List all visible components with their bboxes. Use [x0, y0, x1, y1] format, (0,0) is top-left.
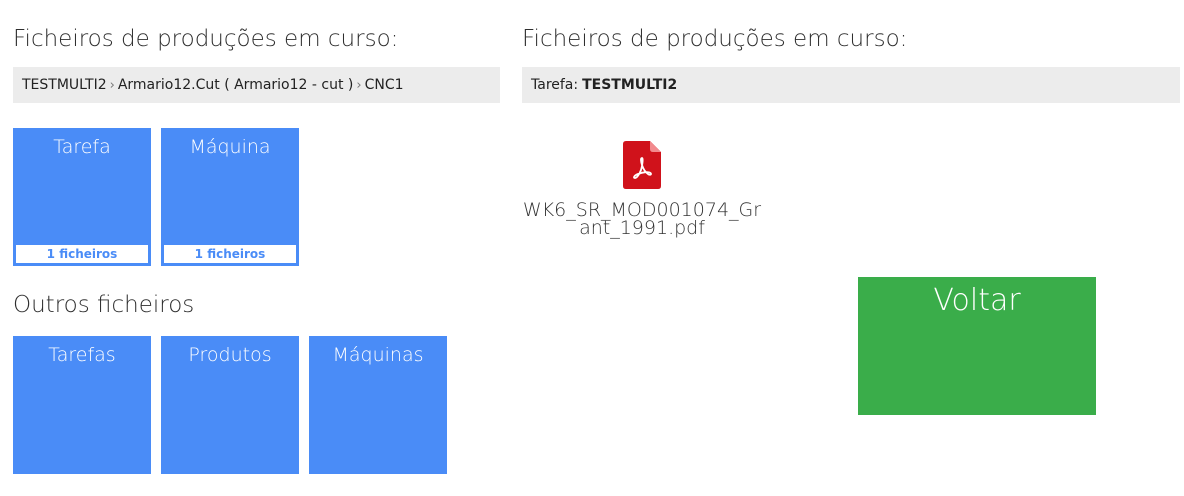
task-label: Tarefa:	[531, 77, 579, 93]
current-files-heading: Ficheiros de produções em curso:	[522, 26, 908, 52]
tile-label: Tarefa	[53, 136, 111, 158]
breadcrumb-item-machine[interactable]: CNC1	[365, 77, 404, 93]
file-count-badge: 1 ficheiros	[16, 245, 148, 263]
tile-tarefas[interactable]: Tarefas	[13, 336, 151, 474]
tile-tarefa[interactable]: Tarefa 1 ficheiros	[13, 128, 151, 266]
tile-label: Tarefas	[48, 344, 116, 366]
file-item[interactable]: WK6_SR_MOD001074_Grant_1991.pdf	[522, 138, 762, 239]
tile-label: Máquina	[189, 136, 271, 158]
task-info-bar: Tarefa: TESTMULTI2	[522, 67, 1180, 103]
back-button[interactable]: Voltar	[858, 277, 1096, 415]
breadcrumb: TESTMULTI2 › Armario12.Cut ( Armario12 -…	[13, 67, 500, 103]
task-value: TESTMULTI2	[582, 77, 678, 93]
breadcrumb-item-task[interactable]: TESTMULTI2	[22, 77, 107, 93]
chevron-right-icon: ›	[356, 77, 362, 93]
breadcrumb-item-product[interactable]: Armario12.Cut ( Armario12 - cut )	[118, 77, 354, 93]
chevron-right-icon: ›	[109, 77, 115, 93]
file-name: WK6_SR_MOD001074_Grant_1991.pdf	[522, 199, 762, 239]
other-files-heading: Outros ficheiros	[13, 292, 195, 318]
tile-produtos[interactable]: Produtos	[161, 336, 299, 474]
tile-label: Máquinas	[332, 344, 424, 366]
file-count-badge: 1 ficheiros	[164, 245, 296, 263]
current-files-heading: Ficheiros de produções em curso:	[13, 26, 399, 52]
tile-label: Produtos	[188, 344, 272, 366]
pdf-file-icon	[623, 141, 661, 189]
tile-maquinas[interactable]: Máquinas	[309, 336, 447, 474]
tile-maquina[interactable]: Máquina 1 ficheiros	[161, 128, 299, 266]
back-button-label: Voltar	[933, 283, 1021, 318]
